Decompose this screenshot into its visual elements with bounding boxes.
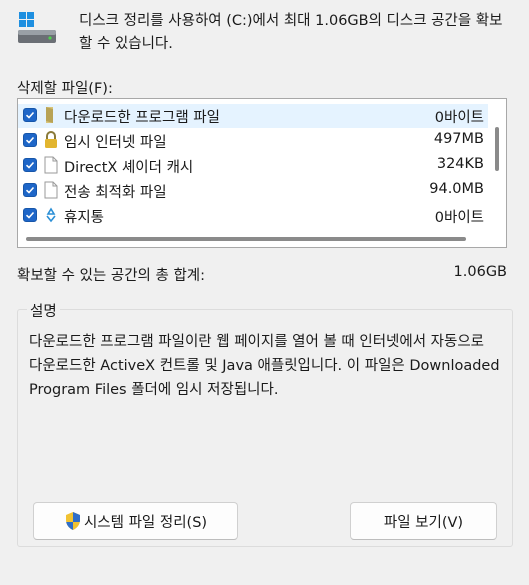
disk-cleanup-drive-icon: [17, 11, 57, 45]
file-icon: [43, 181, 59, 199]
file-row-delivery-optimization[interactable]: 전송 최적화 파일 94.0MB: [18, 179, 490, 203]
clean-system-files-button[interactable]: 시스템 파일 정리(S): [33, 502, 238, 540]
checkbox-directx-cache[interactable]: [23, 158, 37, 172]
file-size: 497MB: [433, 131, 484, 147]
view-files-label: 파일 보기(V): [383, 514, 464, 531]
file-icon: [43, 156, 59, 174]
folder-icon: [43, 106, 59, 124]
checkbox-delivery-optimization[interactable]: [23, 183, 37, 197]
total-space-label: 확보할 수 있는 공간의 총 합계:: [17, 268, 206, 284]
vertical-scrollbar[interactable]: [488, 99, 506, 231]
uac-shield-icon: [64, 511, 82, 531]
file-name: DirectX 셰이더 캐시: [64, 160, 194, 176]
file-name: 전송 최적화 파일: [64, 185, 167, 201]
checkbox-recycle-bin[interactable]: [23, 208, 37, 222]
checkbox-temp-internet[interactable]: [23, 133, 37, 147]
horizontal-scrollbar[interactable]: [18, 231, 506, 247]
recycle-bin-icon: [43, 206, 59, 224]
file-size: 0바이트: [434, 110, 484, 126]
horizontal-scrollbar-thumb[interactable]: [26, 237, 466, 241]
file-size: 324KB: [436, 156, 484, 172]
file-name: 휴지통: [64, 210, 105, 226]
view-files-button[interactable]: 파일 보기(V): [350, 502, 497, 540]
file-row-directx-cache[interactable]: DirectX 셰이더 캐시 324KB: [18, 154, 490, 178]
total-space-value: 1.06GB: [453, 264, 507, 280]
file-row-downloaded-programs[interactable]: 다운로드한 프로그램 파일 0바이트: [18, 104, 490, 128]
file-list[interactable]: 다운로드한 프로그램 파일 0바이트 임시 인터넷 파일 497MB Direc…: [17, 98, 507, 248]
file-size: 0바이트: [434, 210, 484, 226]
files-to-delete-label: 삭제할 파일(F):: [17, 81, 113, 97]
description-title: 설명: [27, 300, 60, 321]
clean-system-files-label: 시스템 파일 정리(S): [83, 514, 208, 531]
file-name: 다운로드한 프로그램 파일: [64, 110, 220, 126]
file-row-recycle-bin[interactable]: 휴지통 0바이트: [18, 204, 490, 228]
checkbox-downloaded-programs[interactable]: [23, 108, 37, 122]
file-name: 임시 인터넷 파일: [64, 135, 167, 151]
file-size: 94.0MB: [429, 181, 484, 197]
lock-icon: [43, 131, 59, 149]
description-text: 다운로드한 프로그램 파일이란 웹 페이지를 열어 볼 때 인터넷에서 자동으로…: [29, 334, 500, 398]
intro-text: 디스크 정리를 사용하여 (C:)에서 최대 1.06GB의 디스크 공간을 확…: [79, 13, 503, 52]
vertical-scrollbar-thumb[interactable]: [495, 127, 499, 171]
file-row-temp-internet[interactable]: 임시 인터넷 파일 497MB: [18, 129, 490, 153]
